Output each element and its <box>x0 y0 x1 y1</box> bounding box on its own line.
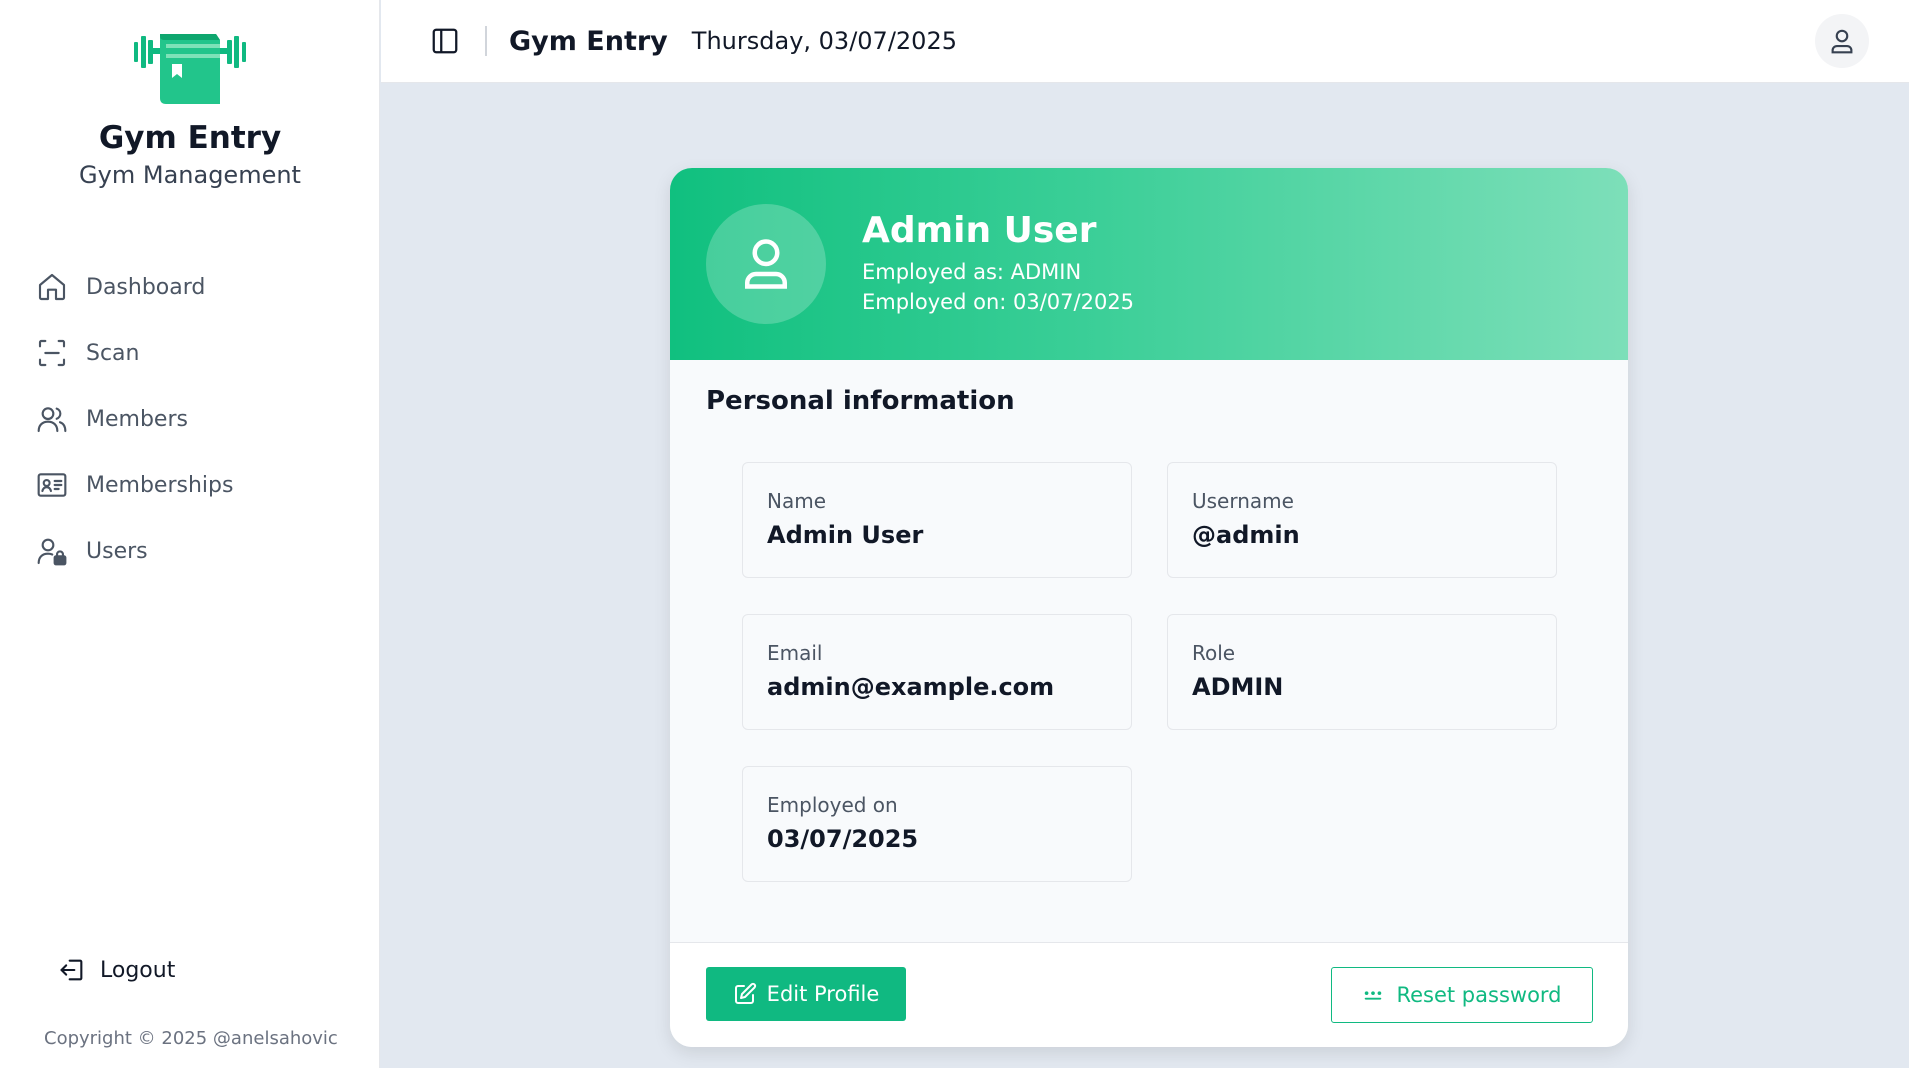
dumbbell-book-logo <box>134 34 246 104</box>
brand: Gym Entry Gym Management <box>0 28 380 190</box>
sidebar: Gym Entry Gym Management Dashboard Scan <box>0 0 380 1068</box>
field-label: Email <box>767 641 823 665</box>
header-divider <box>485 26 487 56</box>
card-footer: Edit Profile Reset password <box>670 942 1628 1047</box>
field-value: admin@example.com <box>767 673 1055 701</box>
logout-icon <box>60 959 83 981</box>
field-value: 03/07/2025 <box>767 825 919 853</box>
profile-employed-on: Employed on: 03/07/2025 <box>862 290 1135 314</box>
home-icon <box>38 273 66 301</box>
sidebar-nav: Dashboard Scan Members Memberships Users <box>36 254 356 584</box>
field-label: Role <box>1192 641 1236 665</box>
edit-icon <box>734 982 756 1004</box>
profile-employed-as: Employed as: ADMIN <box>862 260 1082 284</box>
user-icon <box>745 239 787 289</box>
user-lock-icon <box>37 538 67 566</box>
profile-name: Admin User <box>862 210 1097 251</box>
brand-title: Gym Entry <box>98 120 282 156</box>
logout-label: Logout <box>100 957 176 983</box>
header-title: Gym Entry <box>509 25 668 57</box>
edit-profile-button[interactable]: Edit Profile <box>706 967 906 1021</box>
brand-subtitle: Gym Management <box>79 161 301 189</box>
sidebar-item-label: Memberships <box>86 472 234 498</box>
field-label: Employed on <box>767 793 898 817</box>
profile-avatar <box>706 204 826 324</box>
sidebar-item-label: Scan <box>86 340 140 366</box>
dots-icon <box>1365 991 1382 1000</box>
field-email: Email admin@example.com <box>742 614 1132 730</box>
scan-icon <box>38 339 66 367</box>
field-value: @admin <box>1192 521 1300 549</box>
section-title: Personal information <box>706 386 1015 416</box>
user-avatar-button[interactable] <box>1815 14 1869 68</box>
top-header: Gym Entry Thursday, 03/07/2025 <box>381 0 1909 83</box>
profile-hero: Admin User Employed as: ADMIN Employed o… <box>670 168 1628 360</box>
reset-password-label: Reset password <box>1396 983 1562 1007</box>
field-label: Name <box>767 489 827 513</box>
sidebar-item-memberships[interactable]: Memberships <box>36 452 356 518</box>
sidebar-item-scan[interactable]: Scan <box>36 320 356 386</box>
field-value: Admin User <box>767 521 924 549</box>
sidebar-item-label: Users <box>86 538 148 564</box>
id-card-icon <box>37 473 67 497</box>
sidebar-toggle-button[interactable] <box>429 25 461 57</box>
copyright-text: Copyright © 2025 @anelsahovic <box>44 1028 338 1049</box>
user-icon <box>1831 29 1853 54</box>
field-value: ADMIN <box>1192 673 1284 701</box>
field-role: Role ADMIN <box>1167 614 1557 730</box>
sidebar-item-label: Dashboard <box>86 274 206 300</box>
field-name: Name Admin User <box>742 462 1132 578</box>
reset-password-button[interactable]: Reset password <box>1331 967 1593 1023</box>
field-employed-on: Employed on 03/07/2025 <box>742 766 1132 882</box>
users-icon <box>37 407 67 433</box>
edit-profile-label: Edit Profile <box>766 982 880 1006</box>
sidebar-toggle-icon <box>432 28 458 54</box>
sidebar-item-label: Members <box>86 406 188 432</box>
field-username: Username @admin <box>1167 462 1557 578</box>
field-label: Username <box>1192 489 1294 513</box>
header-date: Thursday, 03/07/2025 <box>691 27 957 55</box>
sidebar-item-dashboard[interactable]: Dashboard <box>36 254 356 320</box>
sidebar-item-members[interactable]: Members <box>36 386 356 452</box>
sidebar-item-users[interactable]: Users <box>36 518 356 584</box>
profile-card: Admin User Employed as: ADMIN Employed o… <box>670 168 1628 1047</box>
logout-button[interactable]: Logout <box>58 956 175 984</box>
